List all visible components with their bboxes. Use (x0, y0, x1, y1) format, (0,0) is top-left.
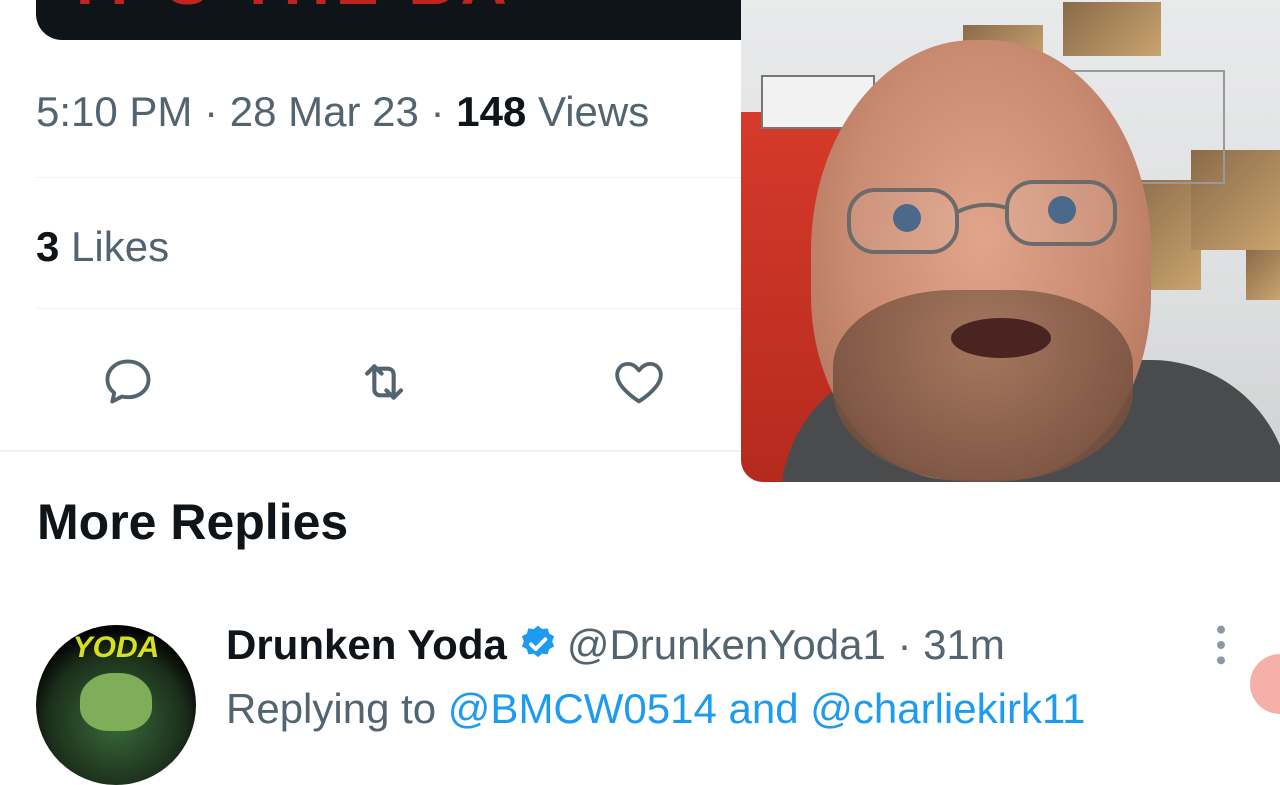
separator: · (204, 88, 219, 135)
conjunction: and (728, 685, 799, 732)
reply-header: Drunken Yoda @DrunkenYoda1 · 31m (226, 618, 1005, 672)
likes-count: 3 (36, 223, 60, 270)
yoda-face-icon (80, 673, 152, 731)
replying-prefix: Replying to (226, 685, 437, 732)
avatar[interactable]: YODA (36, 625, 196, 785)
more-options-icon[interactable] (1206, 622, 1236, 668)
avatar-logo-text: YODA (72, 631, 160, 664)
retweet-button[interactable] (352, 350, 416, 414)
mention-link[interactable]: @charliekirk11 (810, 685, 1085, 732)
wall-photo (1246, 250, 1280, 300)
replying-to-line: Replying to @BMCW0514 and @charliekirk11 (226, 682, 1086, 736)
separator: · (897, 621, 912, 668)
section-title: More Replies (37, 494, 349, 550)
media-caption-fragment: IT'S THE BA (76, 0, 513, 14)
retweet-icon (365, 364, 403, 400)
likes-label: Likes (71, 223, 170, 270)
reply-author-handle[interactable]: @DrunkenYoda1 (567, 621, 886, 668)
mention-link[interactable]: @BMCW0514 (448, 685, 717, 732)
reply-time[interactable]: 31m (923, 621, 1005, 668)
floating-action-button[interactable] (1250, 654, 1280, 714)
tweet-date: 28 Mar 23 (229, 88, 419, 135)
reply-author-name[interactable]: Drunken Yoda (226, 621, 507, 668)
like-button[interactable] (607, 350, 671, 414)
views-label: Views (537, 88, 650, 135)
verified-badge-icon (521, 625, 554, 658)
reply-button[interactable] (96, 350, 160, 414)
person-mouth (951, 318, 1051, 358)
heart-icon (615, 361, 663, 404)
webcam-overlay (741, 0, 1280, 482)
separator: · (430, 88, 445, 135)
reply-icon (105, 359, 151, 404)
tweet-time: 5:10 PM (36, 88, 193, 135)
wall-photo (1063, 2, 1161, 56)
views-count: 148 (456, 88, 527, 135)
likes-link[interactable]: 3 Likes (36, 221, 169, 273)
glasses-icon (847, 180, 1117, 254)
tweet-timestamp-views: 5:10 PM · 28 Mar 23 · 148 Views (36, 86, 649, 138)
tweet-media-bottom[interactable]: IT'S THE BA (36, 0, 776, 40)
